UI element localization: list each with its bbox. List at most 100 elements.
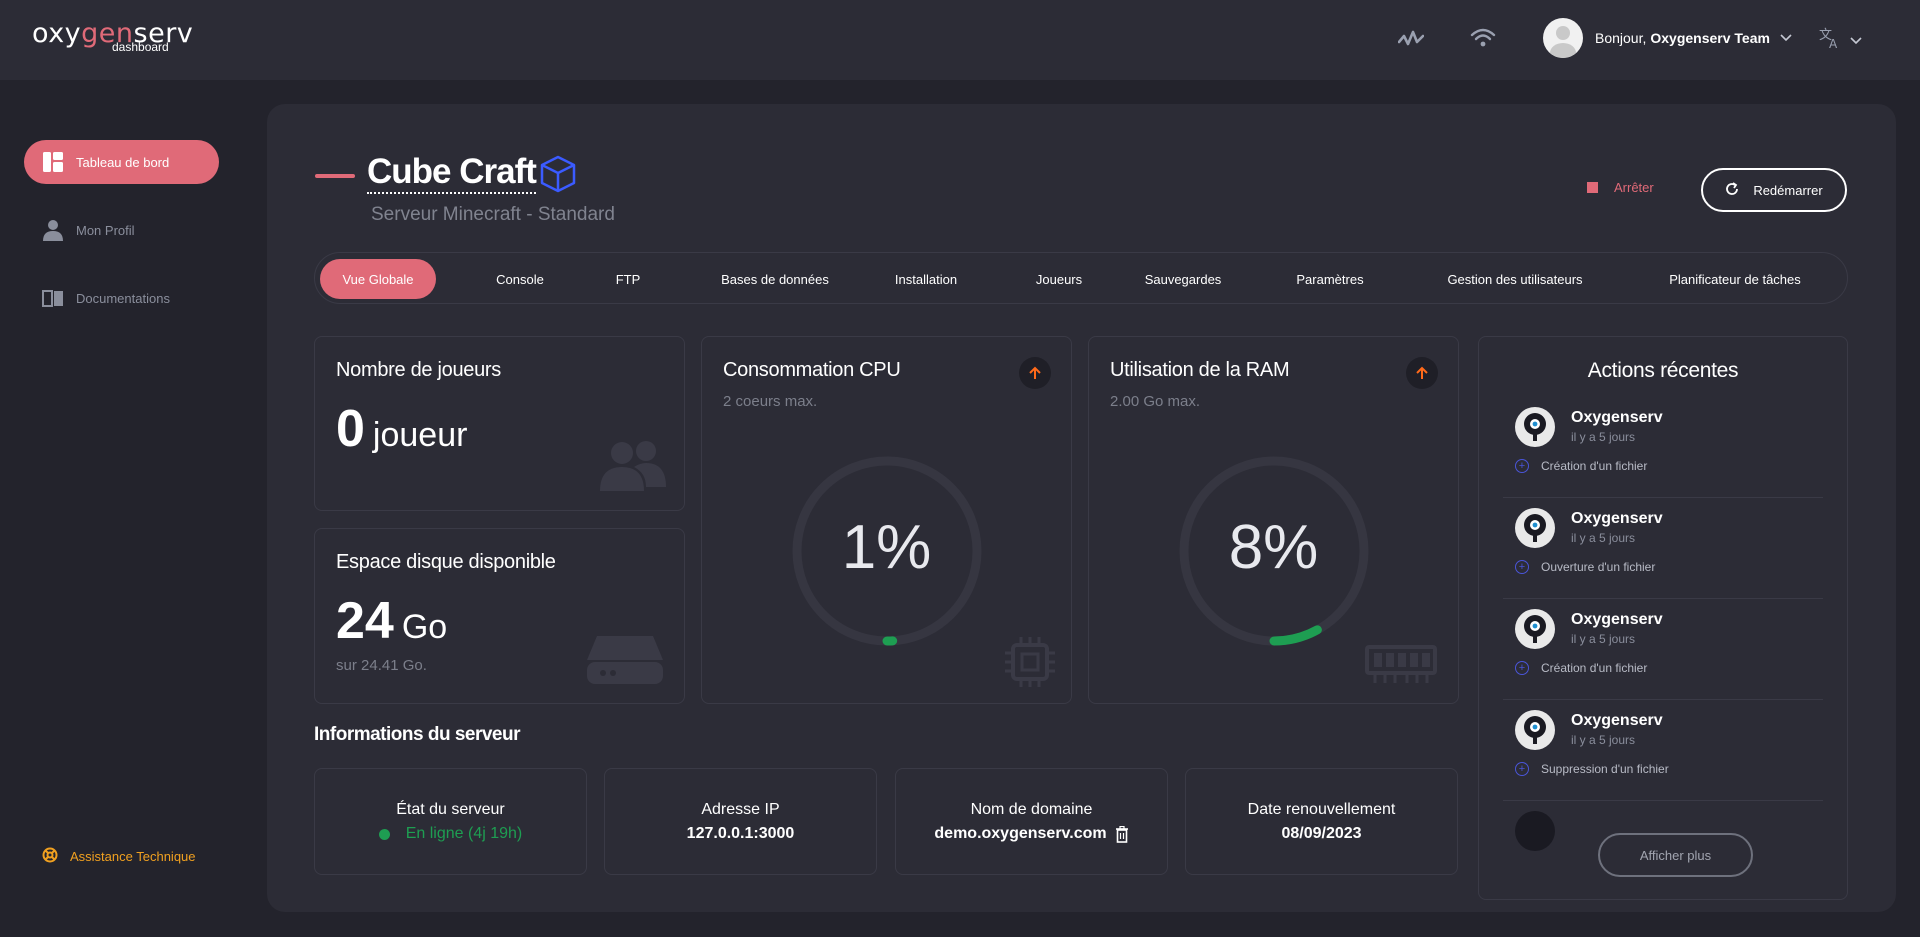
user-icon xyxy=(42,219,64,241)
chevron-down-icon xyxy=(1850,32,1862,50)
greeting: Bonjour, Oxygenserv Team xyxy=(1595,30,1770,46)
list-item[interactable]: Oxygenserv il y a 5 jours + Création d'un… xyxy=(1503,397,1823,498)
dashboard-icon xyxy=(42,152,64,172)
activity-icon[interactable] xyxy=(1397,24,1425,57)
stop-label: Arrêter xyxy=(1614,180,1654,195)
plus-circle-icon: + xyxy=(1515,560,1529,574)
card-subtitle: 2 coeurs max. xyxy=(723,393,818,410)
main-panel: Cube Craft Serveur Minecraft - Standard … xyxy=(267,104,1896,912)
language-menu[interactable]: 文A xyxy=(1818,26,1862,55)
tab-players[interactable]: Joueurs xyxy=(1009,259,1109,299)
expand-ram-button[interactable] xyxy=(1406,357,1438,389)
action-time: il y a 5 jours xyxy=(1571,632,1636,646)
list-item[interactable]: Oxygenserv il y a 5 jours + Ouverture d'u… xyxy=(1503,498,1823,599)
oxygenserv-avatar-icon xyxy=(1515,508,1555,548)
tab-user-management[interactable]: Gestion des utilisateurs xyxy=(1415,259,1615,299)
tab-ftp[interactable]: FTP xyxy=(588,259,668,299)
lifebuoy-icon xyxy=(42,847,58,866)
cpu-value: 1% xyxy=(841,513,932,582)
wifi-icon[interactable] xyxy=(1470,24,1496,57)
title-accent xyxy=(315,174,355,178)
sidebar-item-documentation[interactable]: Documentations xyxy=(24,276,219,320)
recent-actions-title: Actions récentes xyxy=(1587,359,1739,382)
refresh-icon xyxy=(1725,181,1739,199)
tab-backups[interactable]: Sauvegardes xyxy=(1118,259,1248,299)
list-item[interactable]: Oxygenserv il y a 5 jours + Création d'un… xyxy=(1503,599,1823,700)
card-title: Consommation CPU xyxy=(723,359,901,381)
chevron-down-icon xyxy=(1780,31,1792,45)
players-count: 0 joueur xyxy=(336,400,468,458)
action-description: + Création d'un fichier xyxy=(1515,661,1647,675)
arrow-up-icon xyxy=(1416,366,1428,379)
assistance-link[interactable]: Assistance Technique xyxy=(42,847,196,866)
svg-text:A: A xyxy=(1829,37,1838,50)
plus-circle-icon: + xyxy=(1515,459,1529,473)
user-menu[interactable]: Bonjour, Oxygenserv Team xyxy=(1543,18,1792,58)
avatar xyxy=(1543,18,1583,58)
recent-actions-panel: Actions récentes Oxygenserv il y a 5 jou… xyxy=(1478,336,1848,900)
card-title: Utilisation de la RAM xyxy=(1110,359,1290,381)
sidebar-item-label: Mon Profil xyxy=(76,222,135,238)
oxygenserv-avatar-icon xyxy=(1515,407,1555,447)
server-name[interactable]: Cube Craft xyxy=(367,152,537,194)
plus-circle-icon: + xyxy=(1515,661,1529,675)
sidebar-item-dashboard[interactable]: Tableau de bord xyxy=(24,140,219,184)
trash-icon[interactable] xyxy=(1115,825,1129,843)
action-description: + Suppression d'un fichier xyxy=(1515,762,1669,776)
cube-icon xyxy=(538,154,578,199)
server-state-card: État du serveur En ligne (4j 19h) xyxy=(314,768,587,875)
action-user: Oxygenserv xyxy=(1571,712,1663,729)
server-subtitle: Serveur Minecraft - Standard xyxy=(371,204,615,225)
hard-drive-icon xyxy=(585,634,665,691)
disk-total: sur 24.41 Go. xyxy=(336,657,427,674)
domain-value[interactable]: demo.oxygenserv.com xyxy=(934,825,1106,843)
logo[interactable]: oxygenserv dashboard xyxy=(32,18,193,54)
restart-label: Redémarrer xyxy=(1753,182,1823,198)
list-item[interactable]: Oxygenserv il y a 5 jours + Suppression d… xyxy=(1503,700,1823,801)
tab-databases[interactable]: Bases de données xyxy=(695,259,855,299)
assistance-label: Assistance Technique xyxy=(70,849,196,864)
sidebar-item-label: Tableau de bord xyxy=(76,154,170,170)
tab-console[interactable]: Console xyxy=(465,259,575,299)
tab-installation[interactable]: Installation xyxy=(861,259,991,299)
cpu-card: Consommation CPU 2 coeurs max. 1% xyxy=(701,336,1072,704)
ip-value[interactable]: 127.0.0.1:3000 xyxy=(605,825,876,843)
card-title: Nombre de joueurs xyxy=(336,359,501,381)
plus-circle-icon: + xyxy=(1515,762,1529,776)
info-label: Adresse IP xyxy=(701,801,780,818)
card-title: Espace disque disponible xyxy=(336,551,556,573)
book-icon xyxy=(42,289,64,307)
show-more-button[interactable]: Afficher plus xyxy=(1598,833,1753,877)
user-name: Oxygenserv Team xyxy=(1650,30,1770,46)
tab-settings[interactable]: Paramètres xyxy=(1270,259,1390,299)
oxygenserv-avatar-icon xyxy=(1515,710,1555,750)
card-subtitle: 2.00 Go max. xyxy=(1110,393,1201,410)
stop-button[interactable]: Arrêter xyxy=(1587,180,1654,195)
disk-unit: Go xyxy=(401,608,448,646)
disk-card: Espace disque disponible 24 Go sur 24.41 … xyxy=(314,528,685,704)
cpu-chip-icon xyxy=(1005,637,1055,692)
players-unit: joueur xyxy=(372,416,468,454)
oxygenserv-avatar-icon xyxy=(1515,811,1555,851)
info-label: Nom de domaine xyxy=(970,801,1093,818)
arrow-up-icon xyxy=(1029,366,1041,379)
sidebar-item-profile[interactable]: Mon Profil xyxy=(24,208,219,252)
renewal-card: Date renouvellement 08/09/2023 xyxy=(1185,768,1458,875)
status-dot xyxy=(378,828,390,840)
action-time: il y a 5 jours xyxy=(1571,430,1636,444)
tab-task-scheduler[interactable]: Planificateur de tâches xyxy=(1635,259,1835,299)
players-card: Nombre de joueurs 0 joueur xyxy=(314,336,685,511)
restart-button[interactable]: Redémarrer xyxy=(1701,168,1847,212)
translate-icon: 文A xyxy=(1818,26,1842,55)
action-description: + Ouverture d'un fichier xyxy=(1515,560,1655,574)
action-time: il y a 5 jours xyxy=(1571,733,1636,747)
action-user: Oxygenserv xyxy=(1571,409,1663,426)
tab-overview[interactable]: Vue Globale xyxy=(320,259,436,299)
info-label: Date renouvellement xyxy=(1247,801,1396,818)
ram-gauge-fill xyxy=(1269,625,1322,646)
ram-value: 8% xyxy=(1228,513,1319,582)
expand-cpu-button[interactable] xyxy=(1019,357,1051,389)
top-bar: oxygenserv dashboard Bonjour, Oxygenserv … xyxy=(0,0,1920,80)
logo-subtitle: dashboard xyxy=(112,40,169,54)
ram-card: Utilisation de la RAM 2.00 Go max. 8% xyxy=(1088,336,1459,704)
